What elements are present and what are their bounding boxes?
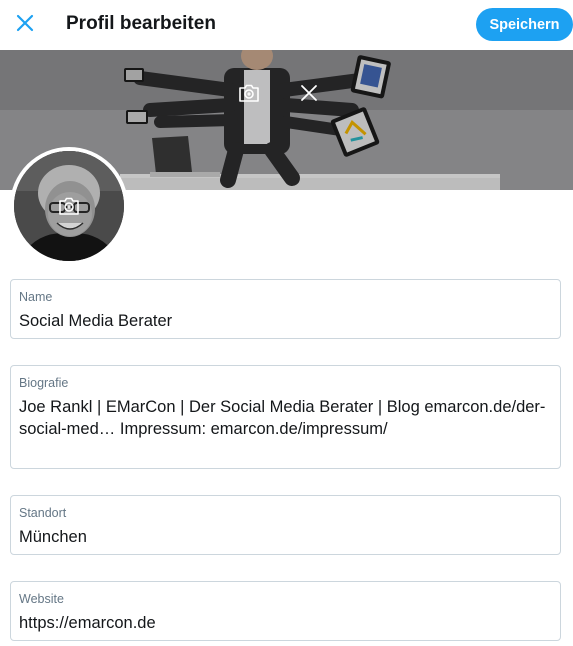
avatar-upload-button[interactable]	[50, 187, 88, 225]
website-label: Website	[19, 592, 64, 606]
bio-field[interactable]: Biografie Joe Rankl | EMarCon | Der Soci…	[10, 365, 561, 469]
banner-remove-button[interactable]	[291, 75, 327, 111]
modal-header: Profil bearbeiten Speichern	[0, 0, 573, 50]
bio-input-line-1[interactable]: Joe Rankl | EMarCon | Der Social Media B…	[19, 396, 545, 419]
name-input[interactable]: Social Media Berater	[19, 310, 172, 333]
banner-upload-button[interactable]	[231, 75, 267, 111]
save-button[interactable]: Speichern	[476, 8, 573, 41]
close-button[interactable]	[9, 9, 41, 41]
avatar-image	[14, 151, 124, 261]
location-label: Standort	[19, 506, 67, 520]
x-icon	[300, 84, 318, 102]
website-input[interactable]: https://emarcon.de	[19, 612, 156, 635]
location-field[interactable]: Standort München	[10, 495, 561, 555]
bio-label: Biografie	[19, 376, 69, 390]
name-field[interactable]: Name Social Media Berater	[10, 279, 561, 339]
website-field[interactable]: Website https://emarcon.de	[10, 581, 561, 641]
name-label: Name	[19, 290, 53, 304]
page-title: Profil bearbeiten	[66, 13, 216, 34]
close-icon	[15, 13, 35, 38]
bio-input-line-2[interactable]: social-med… Impressum: emarcon.de/impres…	[19, 418, 388, 441]
camera-icon	[58, 196, 80, 216]
camera-icon	[238, 83, 260, 103]
location-input[interactable]: München	[19, 526, 87, 549]
avatar	[10, 147, 128, 265]
